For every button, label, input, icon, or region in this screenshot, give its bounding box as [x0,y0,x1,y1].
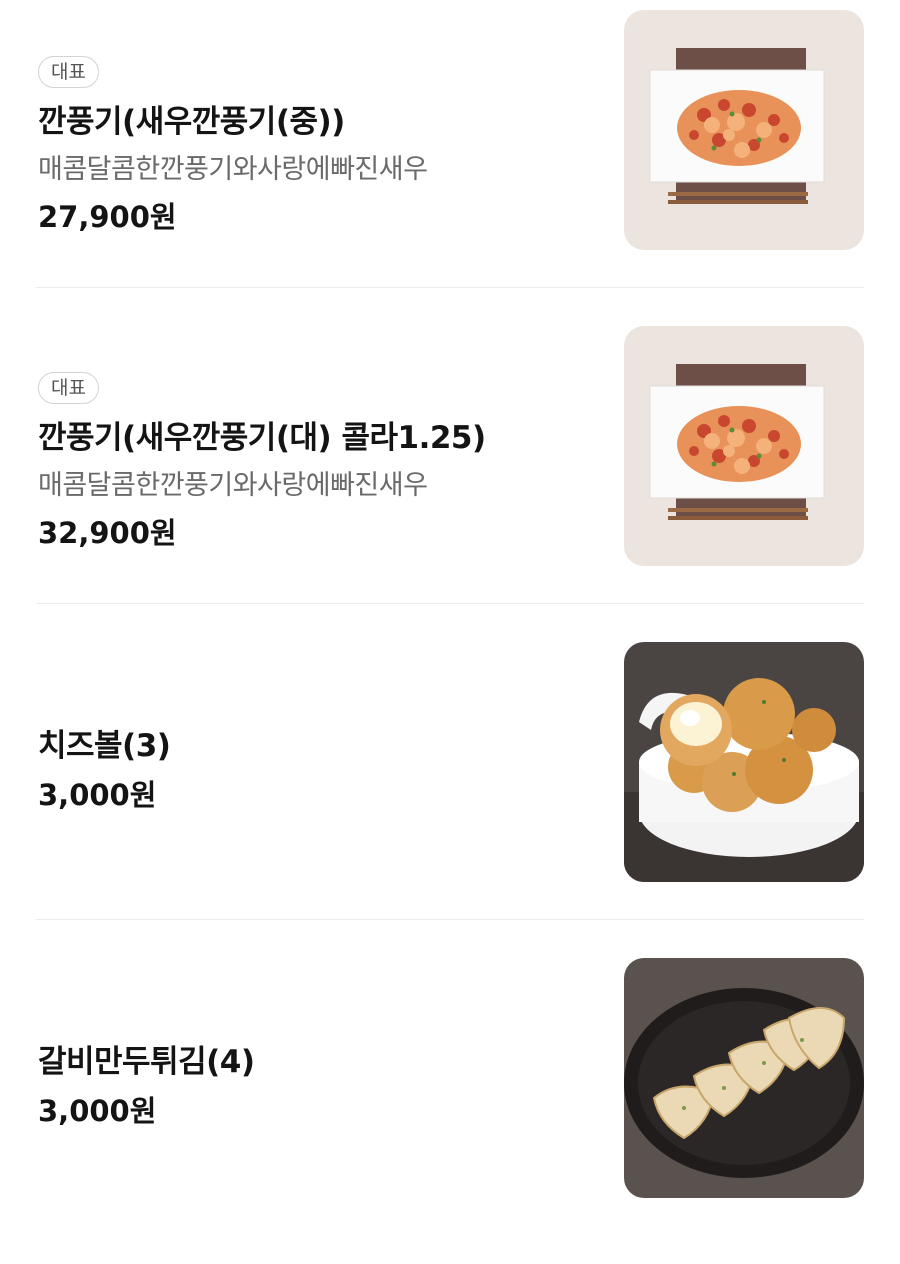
menu-item-name: 깐풍기(새우깐풍기(대) 콜라1.25) [38,420,486,456]
signature-badge: 대표 [38,372,99,404]
menu-item-text: 치즈볼(3) 3,000원 [38,632,608,948]
menu-item-shrimp-kkanpunggi-large-cola[interactable]: 대표 깐풍기(새우깐풍기(대) 콜라1.25) 매콤달콤한깐풍기와사랑에빠진새우… [0,316,900,632]
divider [36,919,864,920]
menu-item-galbi-mandu-fried[interactable]: 갈비만두튀김(4) 3,000원 [0,948,900,1264]
menu-item-description: 매콤달콤한깐풍기와사랑에빠진새우 [38,470,428,501]
menu-item-price: 3,000원 [38,1094,157,1128]
shrimp-kkanpunggi-photo[interactable] [624,326,864,566]
menu-item-price: 3,000원 [38,778,157,812]
menu-item-text: 갈비만두튀김(4) 3,000원 [38,948,608,1264]
fried-dumpling-photo[interactable] [624,958,864,1198]
cheese-ball-photo[interactable] [624,642,864,882]
menu-item-name: 치즈볼(3) [38,728,171,764]
menu-item-description: 매콤달콤한깐풍기와사랑에빠진새우 [38,154,428,185]
menu-item-name: 갈비만두튀김(4) [38,1044,255,1080]
menu-item-price: 27,900원 [38,200,177,234]
menu-item-name: 깐풍기(새우깐풍기(중)) [38,104,345,140]
menu-item-text: 대표 깐풍기(새우깐풍기(중)) 매콤달콤한깐풍기와사랑에빠진새우 27,900… [38,0,608,316]
menu-item-cheese-ball[interactable]: 치즈볼(3) 3,000원 [0,632,900,948]
divider [36,603,864,604]
divider [36,287,864,288]
menu-item-price: 32,900원 [38,516,177,550]
menu-list: 대표 깐풍기(새우깐풍기(중)) 매콤달콤한깐풍기와사랑에빠진새우 27,900… [0,0,900,1219]
menu-item-shrimp-kkanpunggi-medium[interactable]: 대표 깐풍기(새우깐풍기(중)) 매콤달콤한깐풍기와사랑에빠진새우 27,900… [0,0,900,316]
menu-item-text: 대표 깐풍기(새우깐풍기(대) 콜라1.25) 매콤달콤한깐풍기와사랑에빠진새우… [38,316,608,632]
shrimp-kkanpunggi-photo[interactable] [624,10,864,250]
signature-badge: 대표 [38,56,99,88]
